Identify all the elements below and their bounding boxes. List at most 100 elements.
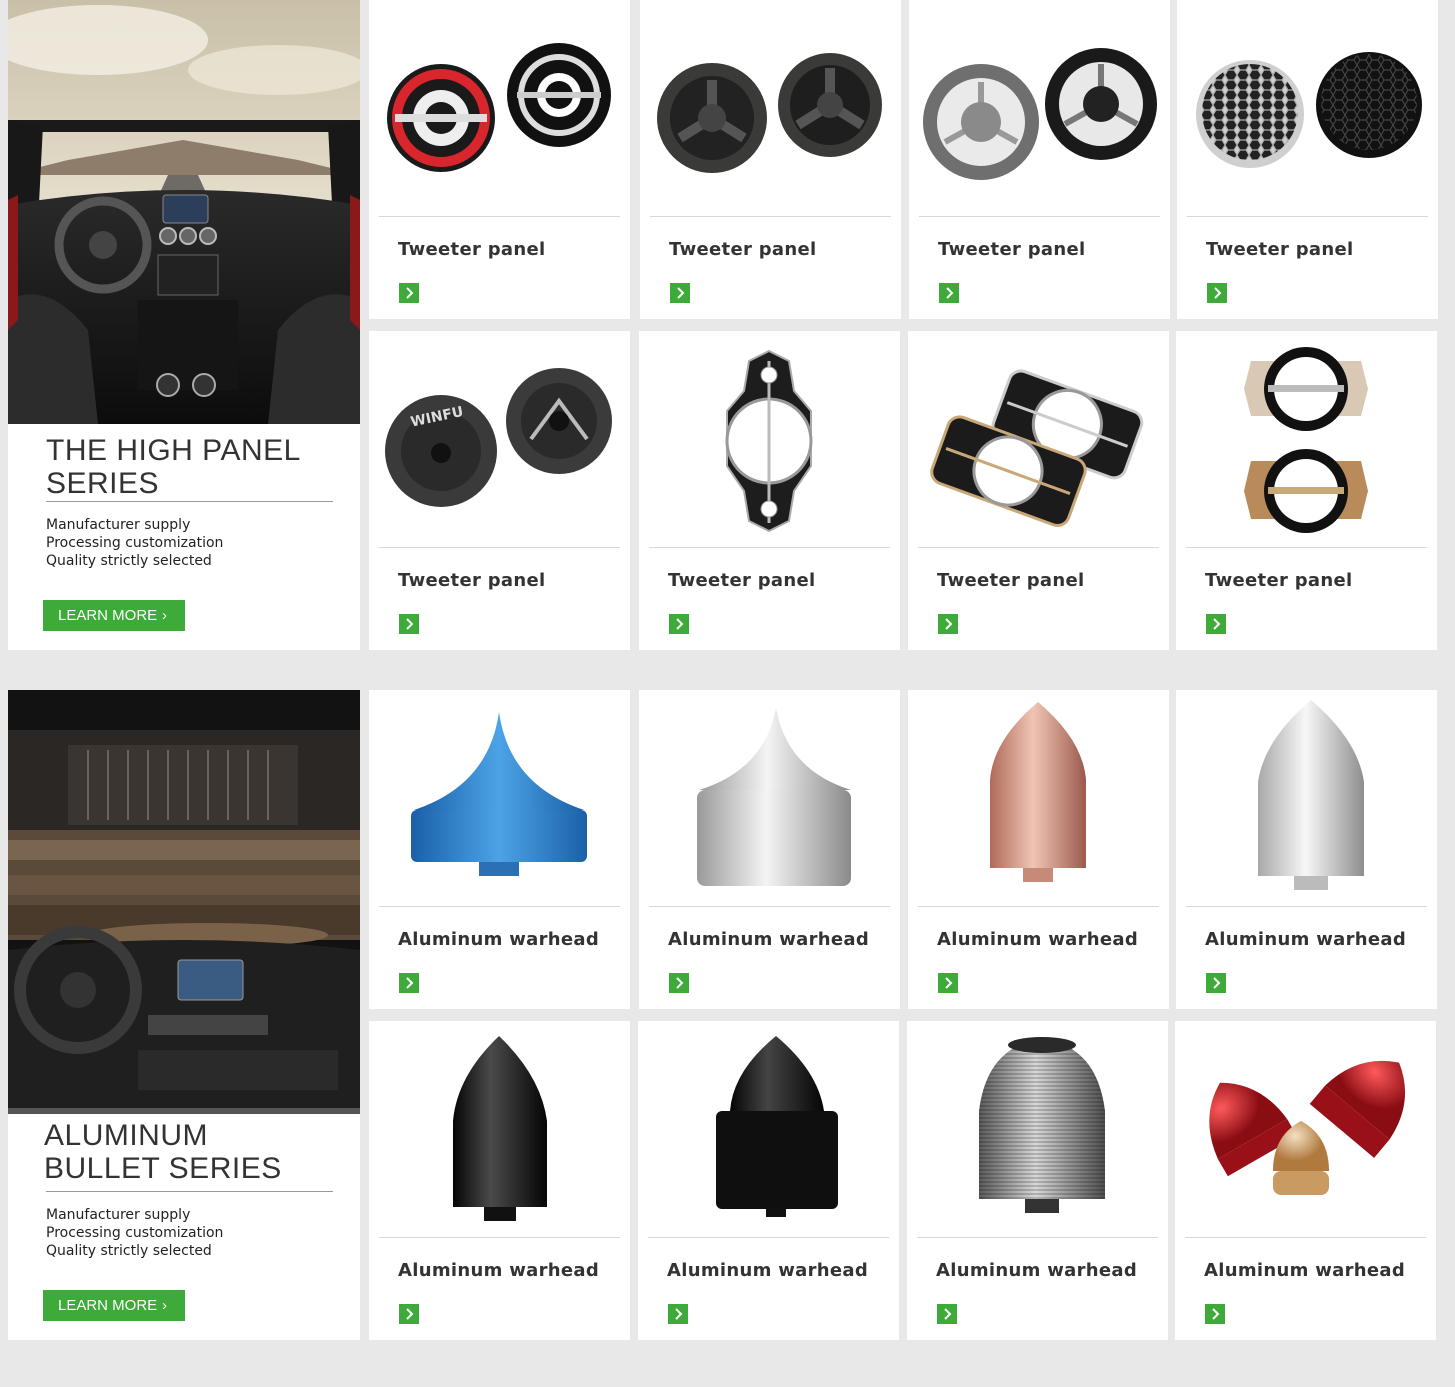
arrow-right-icon[interactable]: [1205, 1304, 1225, 1324]
arrow-right-icon[interactable]: [670, 283, 690, 303]
honeycomb-tweeter-panel-icon: [1177, 0, 1438, 210]
title-divider: [46, 501, 333, 502]
learn-more-label: LEARN MORE: [58, 1297, 158, 1314]
product-card[interactable]: Aluminum warhead: [1176, 690, 1437, 1009]
feature-item: Quality strictly selected: [46, 1243, 212, 1259]
feature-item: Manufacturer supply: [46, 517, 191, 533]
arrow-right-icon[interactable]: [399, 283, 419, 303]
learn-more-button[interactable]: LEARN MORE ›: [43, 1290, 185, 1321]
product-card[interactable]: Aluminum warhead: [369, 1021, 630, 1340]
product-name[interactable]: Tweeter panel: [398, 570, 545, 591]
product-name[interactable]: Aluminum warhead: [937, 929, 1138, 950]
product-card[interactable]: Tweeter panel: [639, 331, 900, 650]
arrow-right-icon[interactable]: [1206, 614, 1226, 634]
product-name[interactable]: Aluminum warhead: [936, 1260, 1137, 1281]
product-name[interactable]: Tweeter panel: [398, 239, 545, 260]
product-name[interactable]: Aluminum warhead: [668, 929, 869, 950]
three-spoke-tweeter-panel-icon: [640, 0, 901, 210]
product-card[interactable]: Aluminum warhead: [369, 690, 630, 1009]
product-name[interactable]: Aluminum warhead: [398, 929, 599, 950]
arrow-right-icon[interactable]: [399, 614, 419, 634]
feature-item: Processing customization: [46, 535, 224, 551]
product-card[interactable]: WINFU Tweeter panel: [369, 331, 630, 650]
arrow-right-icon[interactable]: [669, 973, 689, 993]
card-divider: [650, 216, 891, 217]
arrow-right-icon[interactable]: [668, 1304, 688, 1324]
blue-cone-warhead-icon: [369, 690, 630, 900]
arrow-right-icon[interactable]: [1206, 973, 1226, 993]
product-card[interactable]: Tweeter panel: [909, 0, 1170, 319]
product-card[interactable]: Aluminum warhead: [908, 690, 1169, 1009]
card-divider: [1186, 547, 1427, 548]
card-divider: [918, 547, 1159, 548]
double-frame-tweeter-panel-icon: [908, 331, 1169, 541]
feature-list: Manufacturer supply Processing customiza…: [46, 1206, 223, 1260]
feature-list: Manufacturer supply Processing customiza…: [46, 516, 223, 570]
card-divider: [379, 216, 620, 217]
card-divider: [649, 547, 890, 548]
arrow-right-icon[interactable]: [1207, 283, 1227, 303]
product-name[interactable]: Tweeter panel: [938, 239, 1085, 260]
product-name[interactable]: Tweeter panel: [668, 570, 815, 591]
card-divider: [1185, 1237, 1426, 1238]
arrow-right-icon[interactable]: [399, 1304, 419, 1324]
product-name[interactable]: Aluminum warhead: [1205, 929, 1406, 950]
title-divider: [46, 1191, 333, 1192]
product-name[interactable]: Aluminum warhead: [398, 1260, 599, 1281]
feature-item: Processing customization: [46, 1225, 224, 1241]
section-title: THE HIGH PANEL SERIES: [46, 434, 301, 500]
product-card[interactable]: Aluminum warhead: [639, 690, 900, 1009]
gold-frame-tweeter-panel-icon: [1176, 331, 1437, 541]
product-name[interactable]: Aluminum warhead: [667, 1260, 868, 1281]
card-divider: [917, 1237, 1158, 1238]
arrow-right-icon[interactable]: [399, 973, 419, 993]
copper-bullet-warhead-icon: [908, 690, 1169, 900]
product-name[interactable]: Tweeter panel: [937, 570, 1084, 591]
black-cone-warhead-icon: [638, 1021, 899, 1231]
tall-frame-tweeter-panel-icon: [639, 331, 900, 541]
high-panel-feature-card: THE HIGH PANEL SERIES Manufacturer suppl…: [8, 0, 360, 650]
chevron-right-icon: ›: [162, 607, 167, 624]
product-card[interactable]: Tweeter panel: [1177, 0, 1438, 319]
arrow-right-icon[interactable]: [938, 973, 958, 993]
product-card[interactable]: Tweeter panel: [640, 0, 901, 319]
section-title-line1: ALUMINUM: [44, 1119, 209, 1152]
product-name[interactable]: Tweeter panel: [1206, 239, 1353, 260]
section-title-line1: THE HIGH PANEL: [46, 434, 301, 467]
product-name[interactable]: Tweeter panel: [1205, 570, 1352, 591]
arrow-right-icon[interactable]: [669, 614, 689, 634]
product-name[interactable]: Tweeter panel: [669, 239, 816, 260]
learn-more-button[interactable]: LEARN MORE ›: [43, 600, 185, 631]
red-ring-tweeter-panel-icon: [369, 0, 630, 210]
section-title-line2: SERIES: [46, 467, 160, 500]
learn-more-label: LEARN MORE: [58, 607, 158, 624]
card-divider: [379, 1237, 620, 1238]
product-name[interactable]: Aluminum warhead: [1204, 1260, 1405, 1281]
card-divider: [1186, 906, 1427, 907]
silver-spoke-tweeter-panel-icon: [909, 0, 1170, 210]
card-divider: [919, 216, 1160, 217]
product-card[interactable]: Tweeter panel: [369, 0, 630, 319]
card-divider: [649, 906, 890, 907]
product-card[interactable]: Tweeter panel: [1176, 331, 1437, 650]
card-divider: [1187, 216, 1428, 217]
aluminum-bullet-series-section: ALUMINUM BULLET SERIES Manufacturer supp…: [8, 690, 1438, 1340]
card-divider: [648, 1237, 889, 1238]
arrow-right-icon[interactable]: [938, 614, 958, 634]
ribbed-silver-warhead-icon: [907, 1021, 1168, 1231]
red-gold-warheads-icon: [1175, 1021, 1436, 1231]
black-bullet-warhead-icon: [369, 1021, 630, 1231]
silver-cone-warhead-icon: [639, 690, 900, 900]
car-interior-photo: [8, 0, 360, 424]
bullet-feature-card: ALUMINUM BULLET SERIES Manufacturer supp…: [8, 690, 360, 1340]
product-card[interactable]: Tweeter panel: [908, 331, 1169, 650]
card-divider: [379, 547, 620, 548]
product-card[interactable]: Aluminum warhead: [907, 1021, 1168, 1340]
arrow-right-icon[interactable]: [939, 283, 959, 303]
feature-item: Manufacturer supply: [46, 1207, 191, 1223]
concert-hall-car-photo: [8, 690, 360, 1114]
arrow-right-icon[interactable]: [937, 1304, 957, 1324]
section-title-line2: BULLET SERIES: [44, 1152, 282, 1185]
product-card[interactable]: Aluminum warhead: [1175, 1021, 1436, 1340]
product-card[interactable]: Aluminum warhead: [638, 1021, 899, 1340]
